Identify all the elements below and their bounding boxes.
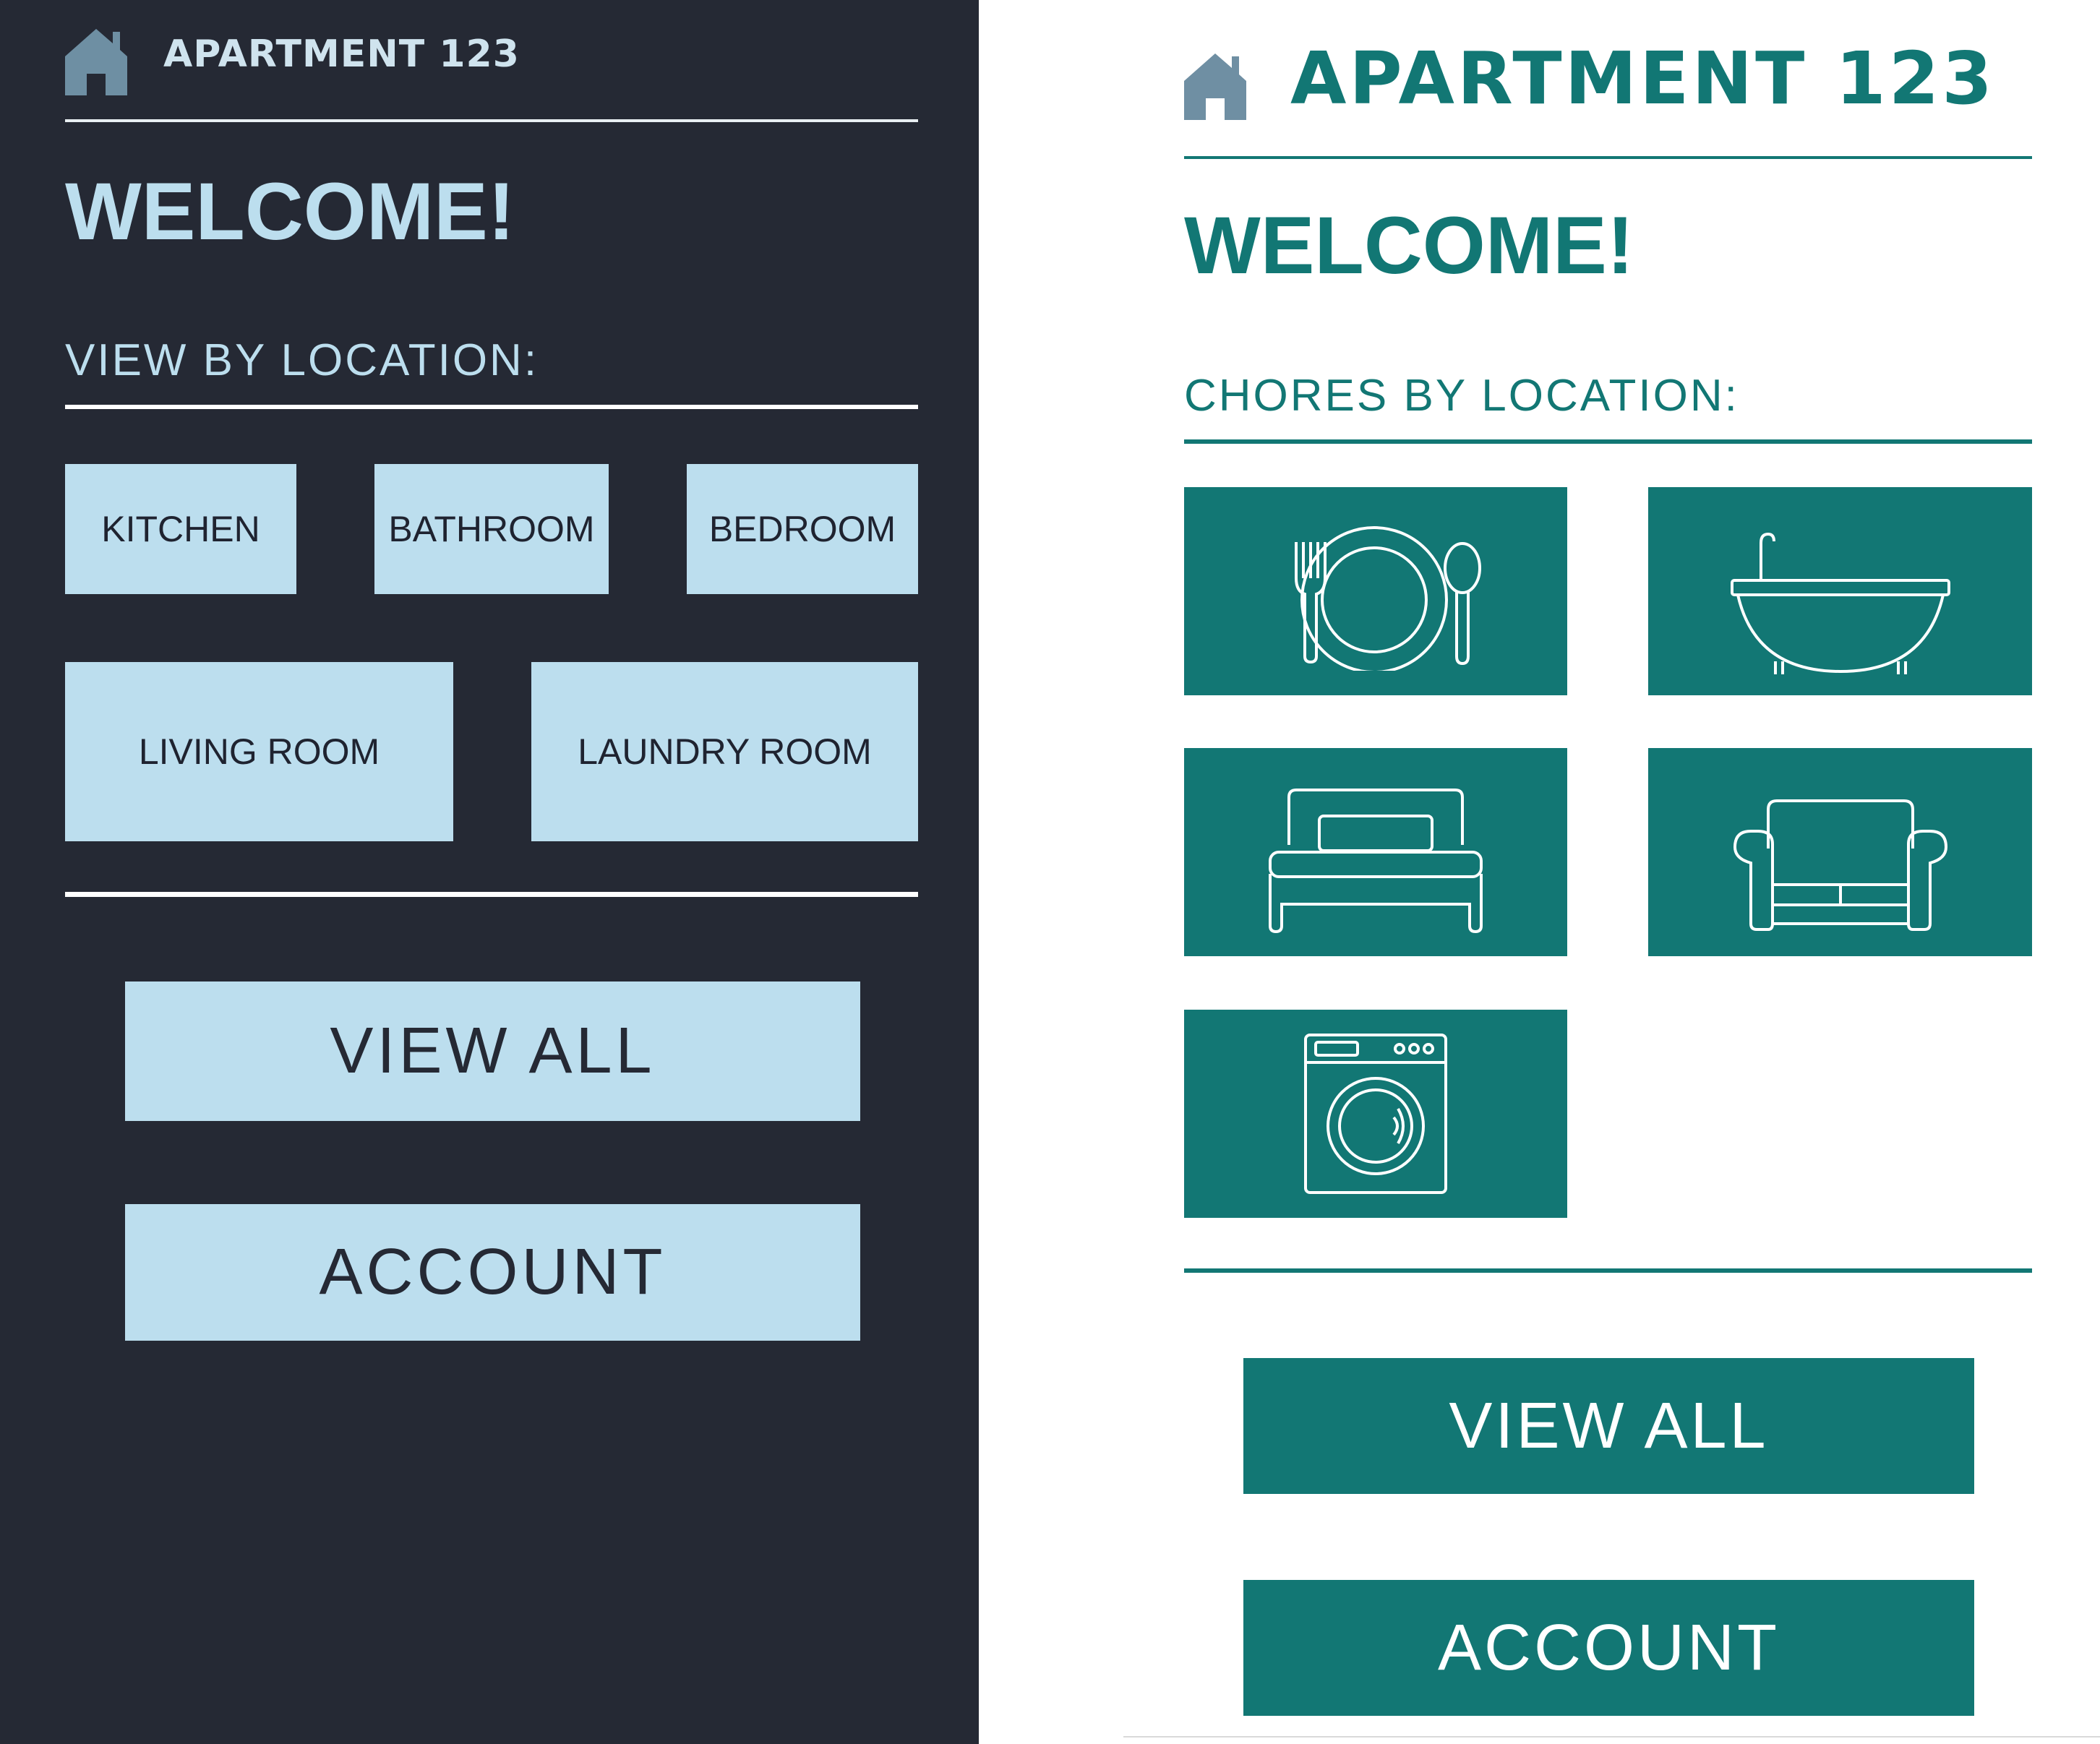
armchair-icon <box>1733 799 1947 931</box>
location-tile-laundry-room[interactable] <box>1184 1010 1567 1218</box>
buttons-divider <box>1184 1268 2032 1273</box>
bathtub-icon <box>1730 532 1950 674</box>
dark-theme-screen: APARTMENT 123 WELCOME! VIEW BY LOCATION:… <box>0 0 979 1744</box>
location-tile-bathroom[interactable] <box>1648 487 2032 695</box>
location-button-laundry-room[interactable]: LAUNDRY ROOM <box>531 662 918 841</box>
location-tile-kitchen[interactable] <box>1184 487 1567 695</box>
welcome-heading: WELCOME! <box>1184 200 1634 291</box>
view-all-button[interactable]: VIEW ALL <box>125 981 860 1121</box>
location-tile-bedroom[interactable] <box>1184 748 1567 956</box>
washing-machine-icon <box>1304 1034 1447 1194</box>
house-icon[interactable] <box>1184 53 1246 120</box>
buttons-divider <box>65 892 918 897</box>
light-theme-screen: APARTMENT 123 WELCOME! CHORES BY LOCATIO… <box>979 0 2100 1744</box>
view-all-button[interactable]: VIEW ALL <box>1243 1358 1974 1494</box>
header-divider <box>65 119 918 122</box>
section-title: VIEW BY LOCATION: <box>65 335 539 385</box>
account-button[interactable]: ACCOUNT <box>125 1204 860 1341</box>
section-title: CHORES BY LOCATION: <box>1184 371 1739 421</box>
location-button-bathroom[interactable]: BATHROOM <box>374 464 609 594</box>
location-button-living-room[interactable]: LIVING ROOM <box>65 662 453 841</box>
account-button[interactable]: ACCOUNT <box>1243 1580 1974 1716</box>
bed-icon <box>1269 789 1483 934</box>
section-divider <box>1184 439 2032 444</box>
app-title: APARTMENT 123 <box>163 33 520 76</box>
location-tile-living-room[interactable] <box>1648 748 2032 956</box>
house-icon[interactable] <box>65 29 127 95</box>
app-title: APARTMENT 123 <box>1290 36 1995 121</box>
header-divider <box>1184 156 2032 159</box>
location-button-kitchen[interactable]: KITCHEN <box>65 464 296 594</box>
location-button-bedroom[interactable]: BEDROOM <box>687 464 918 594</box>
welcome-heading: WELCOME! <box>65 166 515 257</box>
place-setting-icon <box>1295 526 1481 671</box>
bottom-edge-line <box>1123 1736 2100 1737</box>
section-divider <box>65 405 918 409</box>
